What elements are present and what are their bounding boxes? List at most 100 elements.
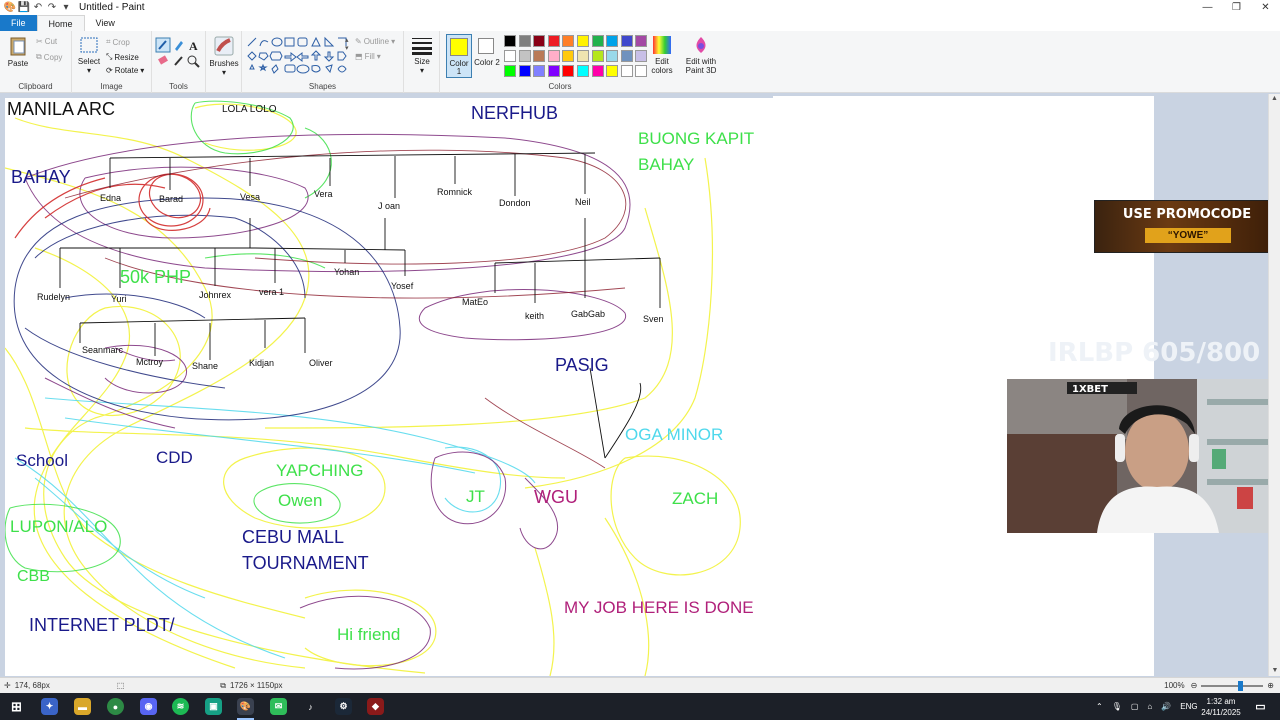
- edit-colors-label: Edit colors: [651, 57, 673, 75]
- title-bar: 🎨 💾 ↶ ↷ ▾ Untitled - Paint — ❐ ✕: [0, 0, 1280, 15]
- copy-button[interactable]: ⧉ Copy: [36, 52, 62, 62]
- customize-qat-icon[interactable]: ▾: [59, 2, 73, 14]
- color1-label: Color 1: [449, 59, 469, 76]
- tab-view[interactable]: View: [85, 15, 126, 31]
- edit-colors-button[interactable]: Edit colors: [646, 35, 678, 75]
- brushes-group[interactable]: Brushes ▾: [206, 31, 242, 93]
- tiktok-icon[interactable]: ♪: [302, 698, 319, 715]
- clock-date: 24/11/2025: [1201, 708, 1241, 717]
- drawing-canvas[interactable]: MANILA ARC LOLA LOLO NERFHUB BUONG KAPIT…: [5, 98, 773, 676]
- tab-home[interactable]: Home: [36, 15, 85, 31]
- maximize-button[interactable]: ❐: [1222, 0, 1251, 15]
- chrome-icon[interactable]: ●: [107, 698, 124, 715]
- palette-swatch[interactable]: [547, 50, 560, 62]
- redo-icon[interactable]: ↷: [45, 2, 59, 14]
- notifications-icon[interactable]: ▭: [1252, 698, 1269, 715]
- palette-swatch[interactable]: [606, 65, 619, 77]
- minimize-button[interactable]: —: [1193, 0, 1222, 15]
- resize-button[interactable]: ⤡ Resize: [106, 52, 139, 62]
- palette-swatch[interactable]: [591, 50, 604, 62]
- palette-swatch[interactable]: [606, 35, 619, 47]
- rotate-dropdown-icon: ▾: [140, 66, 145, 75]
- palette-swatch[interactable]: [620, 50, 633, 62]
- start-windows-icon[interactable]: ⊞: [8, 698, 25, 715]
- cut-button[interactable]: ✂ Cut: [36, 37, 57, 46]
- copilot-icon[interactable]: ✦: [41, 698, 58, 715]
- palette-swatch[interactable]: [518, 65, 531, 77]
- palette-swatch[interactable]: [518, 35, 531, 47]
- rotate-button[interactable]: ⟳ Rotate ▾: [106, 66, 144, 75]
- scroll-down-icon[interactable]: ▼: [1269, 666, 1280, 676]
- zoom-in-icon[interactable]: ⊕: [1267, 681, 1274, 690]
- clock[interactable]: 1:32 am 24/11/2025: [1195, 696, 1247, 718]
- palette-swatch[interactable]: [620, 65, 633, 77]
- label-manila-arc: MANILA ARC: [7, 99, 116, 119]
- palette-swatch[interactable]: [562, 65, 575, 77]
- label-oga-minor: OGA MINOR: [625, 425, 724, 444]
- label-50k-php: 50k PHP: [120, 267, 192, 287]
- palette-swatch[interactable]: [591, 35, 604, 47]
- scroll-up-icon[interactable]: ▲: [1269, 94, 1280, 104]
- tray-overflow-icon[interactable]: ⌃: [1096, 702, 1103, 711]
- palette-swatch[interactable]: [547, 65, 560, 77]
- copy-label: Copy: [43, 52, 63, 62]
- clipboard-group: Paste ✂ Cut ⧉ Copy Clipboard: [0, 31, 72, 93]
- edit-paint3d-label: Edit with Paint 3D: [685, 57, 717, 75]
- name-edna: Edna: [100, 193, 122, 203]
- palette-swatch[interactable]: [504, 65, 516, 77]
- label-cdd: CDD: [156, 448, 193, 467]
- edit-paint3d-button[interactable]: Edit with Paint 3D: [682, 35, 720, 75]
- volume-icon[interactable]: 🔊: [1161, 702, 1171, 711]
- size-button[interactable]: Size ▾: [408, 35, 436, 75]
- crop-button[interactable]: ⌗ Crop: [106, 37, 130, 47]
- tab-file[interactable]: File: [0, 15, 37, 31]
- palette-swatch[interactable]: [518, 50, 531, 62]
- discord-icon[interactable]: ◉: [140, 698, 157, 715]
- brushes-button[interactable]: Brushes ▾: [208, 35, 240, 77]
- palette-swatch[interactable]: [533, 65, 546, 77]
- shapes-gallery[interactable]: [246, 36, 350, 78]
- zoom-slider[interactable]: [1201, 680, 1264, 691]
- palette-swatch[interactable]: [606, 50, 619, 62]
- paste-button[interactable]: Paste: [4, 35, 32, 68]
- palette-swatch[interactable]: [577, 65, 589, 77]
- save-icon[interactable]: 💾: [17, 2, 31, 14]
- zoom-slider-thumb[interactable]: [1238, 680, 1244, 691]
- palette-swatch[interactable]: [577, 50, 589, 62]
- size-group[interactable]: Size ▾: [404, 31, 440, 93]
- palette-swatch[interactable]: [547, 35, 560, 47]
- steam-icon[interactable]: ⚙: [335, 698, 352, 715]
- palette-swatch[interactable]: [562, 50, 575, 62]
- label-hi-friend: Hi friend: [337, 625, 401, 644]
- messenger-green-icon[interactable]: ✉: [270, 698, 287, 715]
- vertical-scrollbar[interactable]: ▲ ▼: [1268, 94, 1280, 676]
- app-red-icon[interactable]: ◆: [367, 698, 384, 715]
- paint-taskbar-icon[interactable]: 🎨: [237, 698, 254, 715]
- mic-icon[interactable]: 🎙: [1112, 702, 1122, 711]
- color-picker-icon: [174, 56, 183, 66]
- palette-swatch[interactable]: [504, 50, 516, 62]
- file-explorer-icon[interactable]: ▬: [74, 698, 91, 715]
- network-icon[interactable]: ⌂: [1147, 702, 1152, 711]
- spotify-icon[interactable]: ≋: [172, 698, 189, 715]
- fill-button[interactable]: ⬒ Fill ▾: [355, 52, 381, 61]
- zoom-out-icon[interactable]: ⊖: [1191, 681, 1198, 690]
- palette-swatch[interactable]: [620, 35, 633, 47]
- app-terminal-icon[interactable]: ▣: [205, 698, 222, 715]
- color1-button[interactable]: Color 1: [446, 34, 472, 78]
- palette-swatch[interactable]: [504, 35, 516, 47]
- size-dropdown-icon: ▾: [419, 66, 424, 75]
- palette-swatch[interactable]: [533, 35, 546, 47]
- label-lupon-alo: LUPON/ALO: [10, 517, 108, 536]
- palette-swatch[interactable]: [577, 35, 589, 47]
- palette-swatch[interactable]: [591, 65, 604, 77]
- outline-button[interactable]: ✎ Outline ▾: [355, 37, 395, 46]
- palette-swatch[interactable]: [562, 35, 575, 47]
- close-button[interactable]: ✕: [1251, 0, 1280, 15]
- color2-button[interactable]: Color 2: [474, 34, 500, 78]
- palette-swatch[interactable]: [533, 50, 546, 62]
- select-button[interactable]: Select ▾: [75, 35, 103, 75]
- tray-app-icon[interactable]: ▢: [1131, 702, 1139, 711]
- shapes-scroll-icon[interactable]: ▴ ▾: [345, 36, 349, 52]
- undo-icon[interactable]: ↶: [31, 2, 45, 14]
